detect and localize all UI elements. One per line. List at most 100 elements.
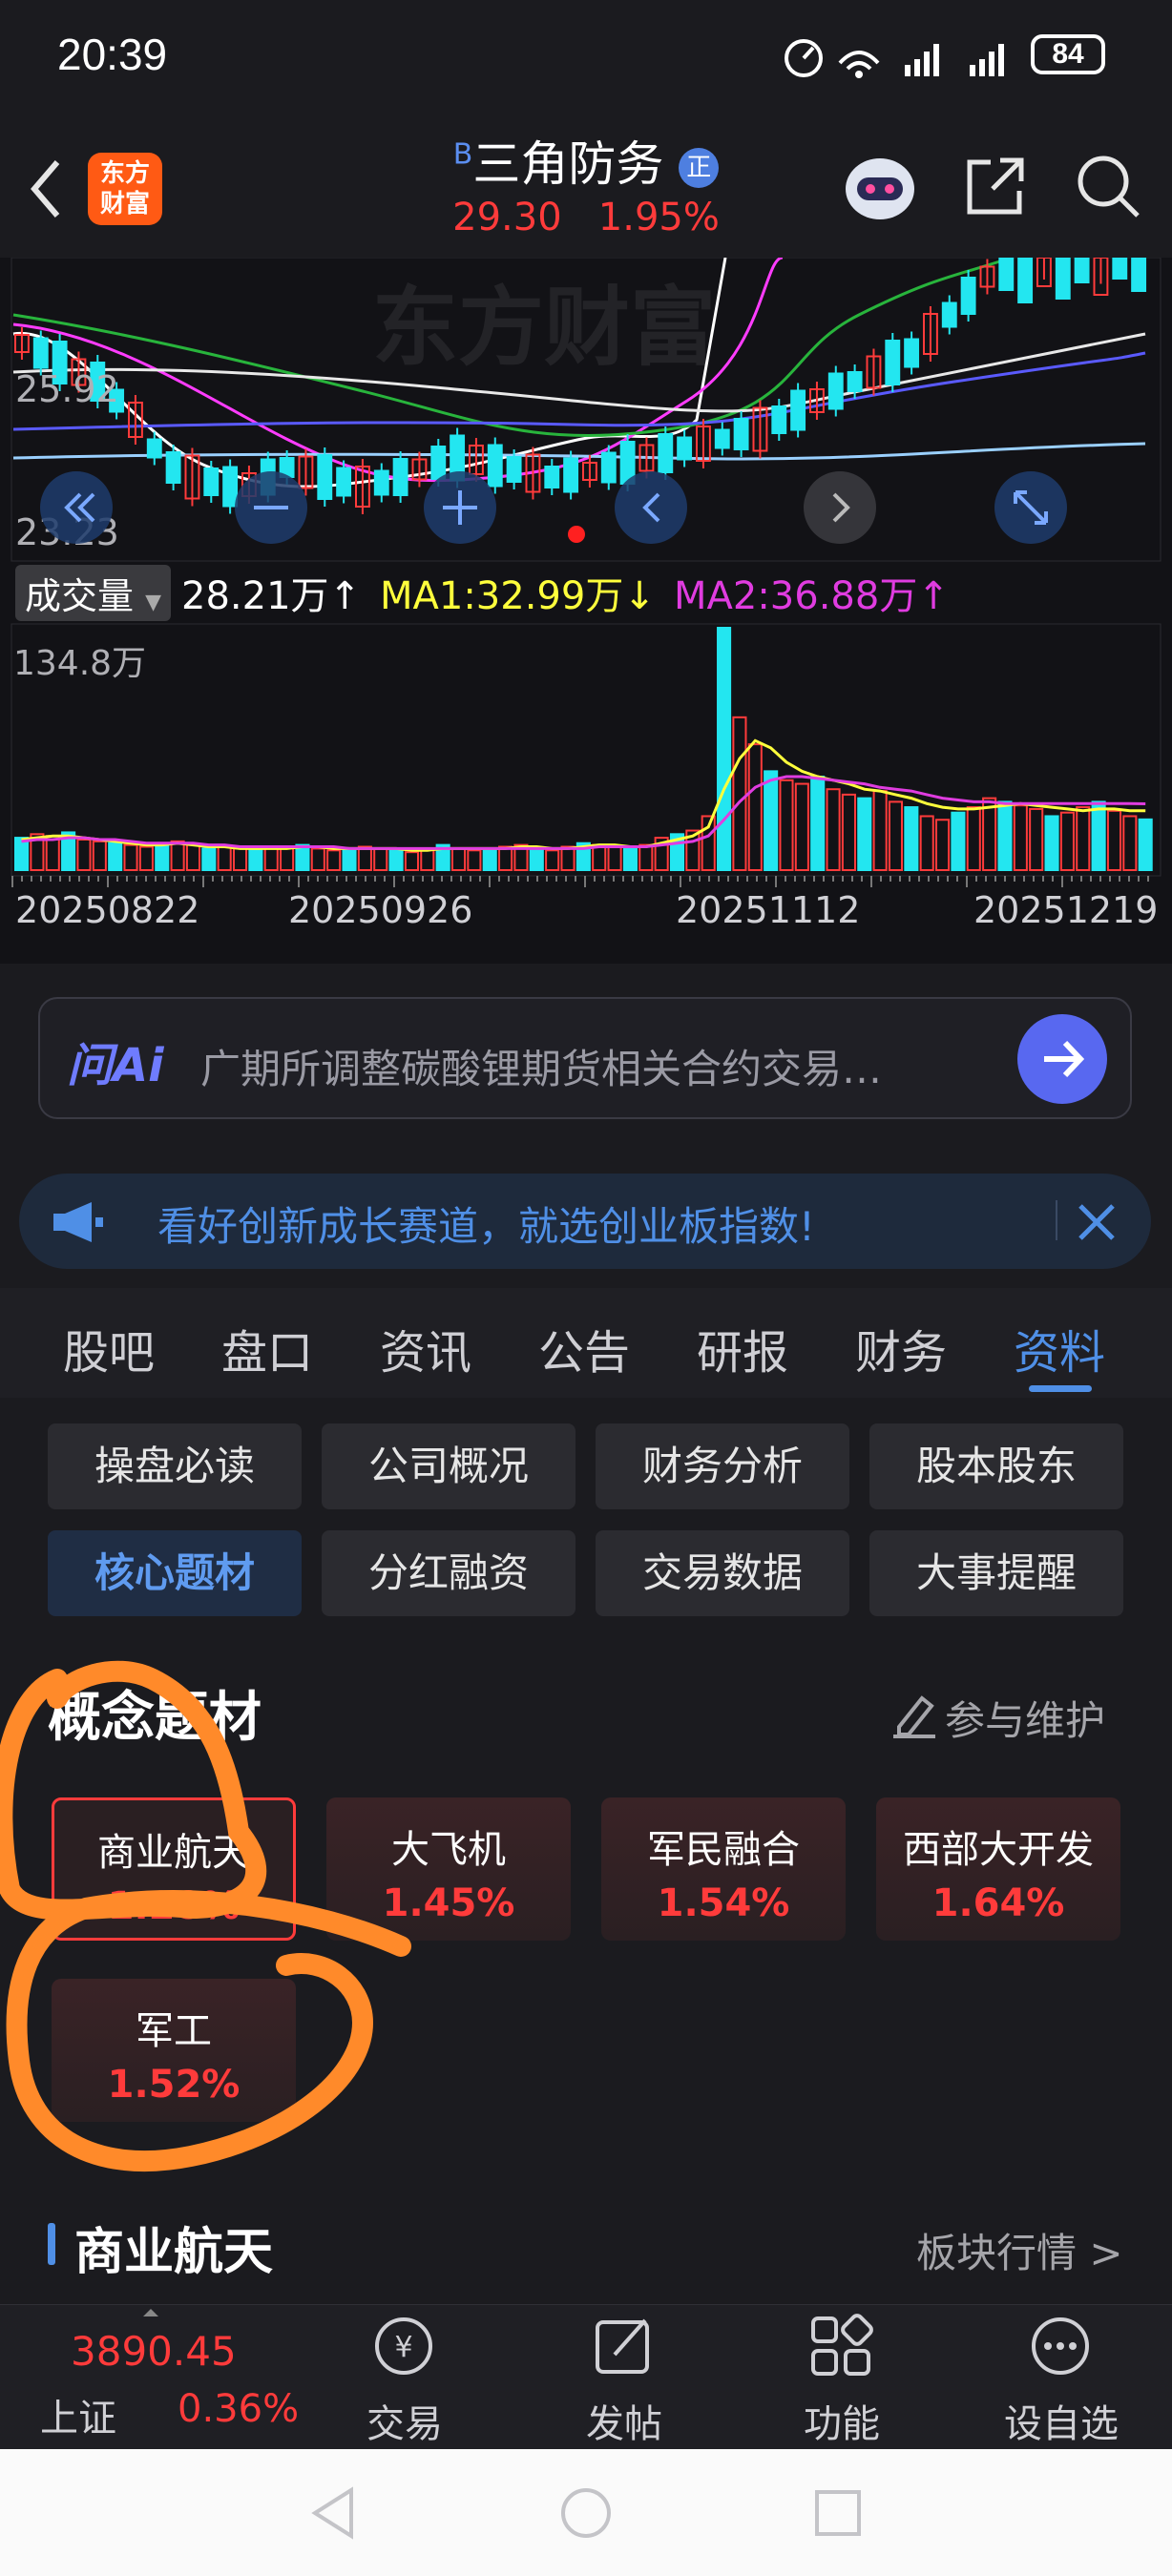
date-tick: [393, 876, 395, 887]
date-tick: [699, 876, 701, 882]
date-tick: [1052, 876, 1054, 882]
date-label: 20250822: [15, 889, 200, 931]
candle-body: [998, 258, 1015, 291]
date-tick: [164, 876, 166, 882]
volume-bar: [1138, 818, 1153, 872]
expand-up-icon[interactable]: [141, 2307, 160, 2318]
candle-body: [733, 418, 749, 450]
subtab-trading-data[interactable]: 交易数据: [596, 1530, 849, 1616]
home-circle-icon[interactable]: [557, 2484, 615, 2542]
index-name: 上证: [40, 2397, 116, 2441]
volume-bar: [326, 849, 342, 871]
volume-bar: [217, 845, 232, 872]
date-label: 20250926: [288, 889, 473, 931]
subtab-company-overview[interactable]: 公司概况: [322, 1423, 576, 1509]
tab-news[interactable]: 资讯: [380, 1315, 471, 1381]
subtab-financial-analysis[interactable]: 财务分析: [596, 1423, 849, 1509]
date-tick: [489, 876, 491, 887]
volume-chart[interactable]: [0, 620, 1172, 878]
date-tick: [88, 876, 90, 882]
close-icon[interactable]: [1073, 1198, 1120, 1246]
functions-icon[interactable]: [807, 2313, 874, 2379]
volume-bar: [732, 716, 747, 871]
date-tick: [804, 876, 806, 882]
more-icon[interactable]: [1027, 2313, 1094, 2379]
date-tick: [680, 876, 681, 887]
status-time: 20:39: [57, 30, 168, 79]
date-tick: [431, 876, 433, 882]
candle-body: [1074, 258, 1090, 283]
volume-bar: [185, 843, 201, 871]
tab-pankou[interactable]: 盘口: [221, 1315, 313, 1381]
subtab-core-themes[interactable]: 核心题材: [48, 1530, 302, 1616]
candle-body: [885, 340, 901, 385]
date-tick: [31, 876, 32, 882]
concept-card[interactable]: 西部大开发 1.64%: [876, 1797, 1120, 1941]
sector-quote-link[interactable]: 板块行情 >: [916, 2221, 1123, 2279]
trade-icon[interactable]: ¥: [370, 2313, 437, 2379]
recents-square-icon[interactable]: [809, 2484, 867, 2542]
back-triangle-icon[interactable]: [305, 2484, 363, 2542]
section-accent-bar: [48, 2223, 55, 2265]
date-tick: [536, 876, 538, 882]
nav-functions[interactable]: 功能: [775, 2393, 909, 2448]
tab-guba[interactable]: 股吧: [63, 1315, 155, 1381]
volume-selector[interactable]: 成交量 ▼: [15, 565, 172, 621]
tab-finance[interactable]: 财务: [855, 1315, 947, 1381]
ask-ai-logo: 问Ai: [67, 1039, 164, 1092]
ask-ai-submit-button[interactable]: [1017, 1014, 1107, 1104]
robot-avatar-icon[interactable]: [840, 145, 920, 225]
date-tick: [517, 876, 519, 882]
volume-bar: [1029, 807, 1044, 872]
ma120-line: [12, 442, 1146, 461]
share-icon[interactable]: [962, 153, 1029, 219]
date-tick: [345, 876, 347, 882]
search-icon[interactable]: [1073, 151, 1143, 221]
date-tick: [832, 876, 834, 882]
stock-change-pct: 1.95%: [597, 196, 720, 239]
date-tick: [221, 876, 223, 882]
concept-card[interactable]: 军民融合 1.54%: [601, 1797, 846, 1941]
subtab-events[interactable]: 大事提醒: [869, 1530, 1123, 1616]
ma30-line: [12, 332, 1146, 413]
date-tick: [947, 876, 949, 882]
volume-bar: [1044, 815, 1059, 872]
nav-trade[interactable]: 交易: [338, 2393, 471, 2448]
maintain-link[interactable]: 参与维护: [945, 1689, 1105, 1747]
ma2-value: MA2:36.88万↑: [674, 574, 950, 618]
volume-bar: [529, 847, 544, 871]
post-icon[interactable]: [592, 2313, 659, 2379]
date-tick: [374, 876, 376, 882]
candle-body: [1131, 258, 1147, 292]
date-tick: [231, 876, 233, 882]
tab-profile[interactable]: 资料: [1014, 1315, 1105, 1381]
volume-bar: [123, 843, 138, 871]
volume-bar: [170, 840, 185, 872]
volume-bar: [404, 851, 419, 872]
date-tick: [1147, 876, 1149, 882]
volume-bar: [1106, 809, 1122, 871]
nav-add-watchlist[interactable]: 设自选: [994, 2393, 1128, 2448]
date-tick: [909, 876, 910, 882]
date-tick: [842, 876, 844, 882]
edit-icon[interactable]: [889, 1691, 939, 1738]
nav-post[interactable]: 发帖: [557, 2393, 691, 2448]
svg-text:¥: ¥: [394, 2331, 412, 2364]
date-tick: [59, 876, 61, 882]
date-tick: [498, 876, 500, 882]
tab-announcements[interactable]: 公告: [538, 1315, 630, 1381]
candle-body: [1055, 258, 1071, 300]
date-tick: [241, 876, 242, 882]
volume-bars: [14, 627, 1153, 872]
subtab-dividends[interactable]: 分红融资: [322, 1530, 576, 1616]
volume-bar: [232, 847, 248, 871]
date-tick: [660, 876, 662, 882]
subtab-must-read[interactable]: 操盘必读: [48, 1423, 302, 1509]
tab-research[interactable]: 研报: [697, 1315, 788, 1381]
volume-bar: [263, 847, 279, 871]
status-icons: [785, 39, 1004, 78]
subtab-shareholders[interactable]: 股本股东: [869, 1423, 1123, 1509]
candle-body: [1017, 258, 1034, 303]
zoom-in-button: [424, 471, 496, 544]
volume-value: 28.21万↑: [181, 574, 362, 618]
